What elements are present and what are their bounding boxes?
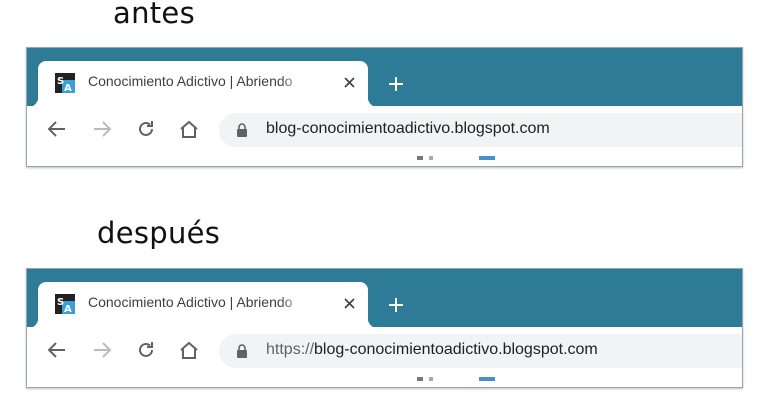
page-fragment — [479, 377, 495, 381]
url-scheme: https:// — [266, 341, 315, 358]
tab-strip: S A Conocimiento Adictivo | Abriendo — [27, 48, 742, 107]
url-host: blog-conocimientoadictivo.blogspot.com — [266, 120, 550, 137]
page-fragment — [417, 377, 423, 381]
tab-active[interactable]: S A Conocimiento Adictivo | Abriendo — [28, 282, 378, 328]
browser-window-after: S A Conocimiento Adictivo | Abriendo htt… — [26, 268, 743, 388]
home-icon[interactable] — [177, 338, 201, 362]
lock-icon — [237, 344, 247, 358]
plus-icon[interactable] — [385, 73, 407, 95]
browser-window-before: S A Conocimiento Adictivo | Abriendo blo… — [26, 47, 743, 167]
back-arrow-icon[interactable] — [45, 117, 69, 141]
close-icon[interactable] — [339, 72, 359, 92]
plus-icon[interactable] — [385, 294, 407, 316]
reload-icon[interactable] — [134, 338, 158, 362]
url-text: https://blog-conocimientoadictivo.blogsp… — [266, 341, 598, 359]
page-content-edge — [27, 377, 742, 387]
url-host: blog-conocimientoadictivo.blogspot.com — [314, 341, 598, 358]
close-icon[interactable] — [339, 293, 359, 313]
reload-icon[interactable] — [134, 117, 158, 141]
tab-title: Conocimiento Adictivo | Abriendo — [88, 294, 293, 310]
tab-active[interactable]: S A Conocimiento Adictivo | Abriendo — [28, 61, 378, 107]
page-fragment — [479, 156, 495, 160]
toolbar: blog-conocimientoadictivo.blogspot.com — [27, 106, 742, 156]
svg-text:A: A — [64, 304, 72, 314]
after-caption: después — [97, 216, 221, 250]
url-text: blog-conocimientoadictivo.blogspot.com — [266, 120, 550, 138]
lock-icon — [237, 123, 247, 137]
page-content-edge — [27, 156, 742, 166]
forward-arrow-icon[interactable] — [90, 338, 114, 362]
page-fragment — [417, 156, 423, 160]
home-icon[interactable] — [177, 117, 201, 141]
tab-title: Conocimiento Adictivo | Abriendo — [88, 73, 293, 89]
forward-arrow-icon[interactable] — [90, 117, 114, 141]
page-fragment — [429, 156, 433, 160]
toolbar: https://blog-conocimientoadictivo.blogsp… — [27, 327, 742, 377]
page-fragment — [429, 377, 433, 381]
blog-favicon-icon: S A — [55, 73, 75, 93]
tab-strip: S A Conocimiento Adictivo | Abriendo — [27, 269, 742, 328]
svg-text:A: A — [64, 83, 72, 93]
address-bar[interactable]: blog-conocimientoadictivo.blogspot.com — [219, 113, 742, 147]
before-caption: antes — [113, 0, 195, 30]
address-bar[interactable]: https://blog-conocimientoadictivo.blogsp… — [219, 334, 742, 368]
back-arrow-icon[interactable] — [45, 338, 69, 362]
blog-favicon-icon: S A — [55, 294, 75, 314]
